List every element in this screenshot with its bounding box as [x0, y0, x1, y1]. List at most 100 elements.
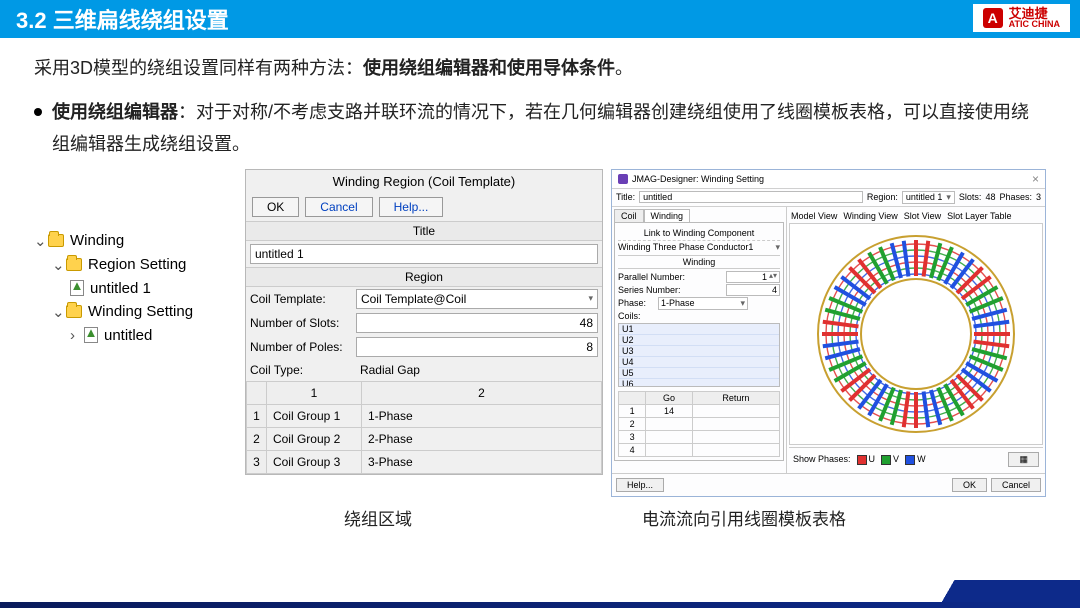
region-select[interactable]: untitled 1▾	[902, 191, 955, 204]
chevron-down-icon: ⌄	[34, 232, 46, 250]
caption-winding-region: 绕组区域	[344, 505, 412, 530]
bullet-item: 使用绕组编辑器：对于对称/不考虑支路并联环流的情况下，若在几何编辑器创建绕组使用…	[34, 96, 1046, 161]
bullet-icon	[34, 108, 42, 116]
spinner-icon: ▴▾	[769, 274, 777, 279]
chevron-down-icon: ▾	[946, 192, 951, 202]
winding-region-dialog: Winding Region (Coil Template) OK Cancel…	[245, 169, 603, 475]
col-2: 2	[361, 381, 601, 404]
title-label: Title:	[616, 192, 635, 202]
coil-type-value: Radial Gap	[356, 361, 598, 379]
tab-coil[interactable]: Coil	[614, 209, 644, 222]
tree-node-untitled[interactable]: › untitled	[34, 324, 237, 347]
table-row[interactable]: 3 Coil Group 3 3-Phase	[246, 450, 601, 473]
tree-label: Region Setting	[88, 256, 186, 273]
list-item[interactable]: U5	[619, 368, 779, 379]
col-1: 1	[266, 381, 361, 404]
chevron-down-icon: ▾	[588, 293, 593, 304]
dialog-title: Winding Region (Coil Template)	[246, 170, 602, 193]
coil-group-table: 1 2 1 Coil Group 1 1-Phase 2 Coil Group …	[246, 381, 602, 474]
phase-select[interactable]: 1-Phase▾	[658, 297, 748, 310]
tab-slot-layer-table[interactable]: Slot Layer Table	[947, 211, 1011, 221]
table-row[interactable]: 2 Coil Group 2 2-Phase	[246, 427, 601, 450]
section-winding: Winding	[618, 255, 780, 269]
folder-icon	[48, 234, 64, 247]
table-row[interactable]: 114	[619, 404, 780, 417]
folder-icon	[66, 258, 82, 271]
list-item[interactable]: U3	[619, 346, 779, 357]
document-icon	[84, 327, 98, 343]
table-row[interactable]: 3	[619, 430, 780, 443]
logo-text-en: ATIC CHINA	[1009, 20, 1060, 29]
tree-node-winding[interactable]: ⌄ Winding	[34, 229, 237, 253]
link-winding-component[interactable]: Link to Winding Component	[618, 226, 780, 241]
chevron-down-icon[interactable]: ▾	[775, 242, 780, 253]
coil-template-select[interactable]: Coil Template@Coil ▾	[356, 289, 598, 309]
winding-visualization	[789, 223, 1043, 445]
title-input[interactable]: untitled 1	[250, 244, 598, 264]
tab-winding[interactable]: Winding	[644, 209, 691, 222]
legend-u[interactable]: U	[857, 454, 876, 465]
intro-t1: 采用3D模型的绕组设置同样有两种方法：	[34, 58, 363, 78]
intro-t2: 使用绕组编辑器和使用导体条件	[363, 58, 615, 78]
slide-title: 3.2 三维扁线绕组设置	[16, 3, 229, 35]
legend-v[interactable]: V	[881, 454, 899, 465]
coils-label: Coils:	[618, 311, 780, 321]
coil-type-label: Coil Type:	[250, 363, 356, 377]
list-item[interactable]: U1	[619, 324, 779, 335]
chevron-down-icon: ⌄	[52, 303, 64, 321]
series-label: Series Number:	[618, 285, 726, 295]
cancel-button[interactable]: Cancel	[305, 197, 372, 217]
window-title: JMAG-Designer: Winding Setting	[632, 174, 764, 184]
tree-node-untitled1[interactable]: untitled 1	[34, 277, 237, 300]
chevron-right-icon: ›	[70, 327, 82, 344]
logo-mark-icon: A	[983, 8, 1003, 28]
slots-label: Slots:	[959, 192, 982, 202]
grid-icon[interactable]: ▦	[1008, 452, 1039, 467]
parallel-input[interactable]: 1▴▾	[726, 271, 780, 283]
show-phases-label: Show Phases:	[793, 454, 851, 464]
ok-button[interactable]: OK	[252, 197, 299, 217]
intro-t3: 。	[615, 58, 633, 78]
table-row[interactable]: 1 Coil Group 1 1-Phase	[246, 404, 601, 427]
winding-setting-dialog: JMAG-Designer: Winding Setting × Title: …	[611, 169, 1046, 497]
help-button[interactable]: Help...	[379, 197, 444, 217]
tab-slot-view[interactable]: Slot View	[904, 211, 941, 221]
tree-node-winding-setting[interactable]: ⌄ Winding Setting	[34, 300, 237, 324]
title-input[interactable]: untitled	[639, 191, 863, 203]
legend-w[interactable]: W	[905, 454, 926, 465]
list-item[interactable]: U6	[619, 379, 779, 387]
series-value: 4	[726, 284, 780, 296]
intro-line: 采用3D模型的绕组设置同样有两种方法：使用绕组编辑器和使用导体条件。	[34, 54, 1046, 80]
folder-icon	[66, 305, 82, 318]
chevron-down-icon: ⌄	[52, 256, 64, 274]
table-row[interactable]: 4	[619, 443, 780, 456]
tree-label: untitled 1	[90, 280, 151, 297]
bullet-b2: ：对于对称/不考虑支路并联环流的情况下，若在几何编辑器创建绕组使用了线圈模板表格…	[52, 102, 1029, 154]
tab-model-view[interactable]: Model View	[791, 211, 837, 221]
table-row[interactable]: 2	[619, 417, 780, 430]
tree-label: Winding Setting	[88, 303, 193, 320]
list-item[interactable]: U4	[619, 357, 779, 368]
window-titlebar: JMAG-Designer: Winding Setting ×	[612, 170, 1045, 189]
coils-list[interactable]: U1 U2 U3 U4 U5 U6 U7 U8	[618, 323, 780, 387]
ok-button[interactable]: OK	[952, 478, 987, 492]
list-item[interactable]: U2	[619, 335, 779, 346]
slots-value: 48	[356, 313, 598, 333]
help-button[interactable]: Help...	[616, 478, 664, 492]
cancel-button[interactable]: Cancel	[991, 478, 1041, 492]
region-label: Region:	[867, 192, 898, 202]
winding-diagram-icon	[811, 229, 1021, 439]
tree-node-region-setting[interactable]: ⌄ Region Setting	[34, 253, 237, 277]
close-icon[interactable]: ×	[1032, 172, 1039, 186]
phases-label: Phases:	[999, 192, 1032, 202]
poles-label: Number of Poles:	[250, 340, 356, 354]
section-title: Title	[246, 221, 602, 241]
app-icon	[618, 174, 628, 184]
chevron-down-icon: ▾	[740, 298, 745, 309]
section-region: Region	[246, 267, 602, 287]
header-bar: 3.2 三维扁线绕组设置 A 艾迪捷 ATIC CHINA	[0, 0, 1080, 38]
phases-value: 3	[1036, 192, 1041, 202]
poles-value: 8	[356, 337, 598, 357]
tab-winding-view[interactable]: Winding View	[843, 211, 897, 221]
bullet-b1: 使用绕组编辑器	[52, 102, 178, 122]
